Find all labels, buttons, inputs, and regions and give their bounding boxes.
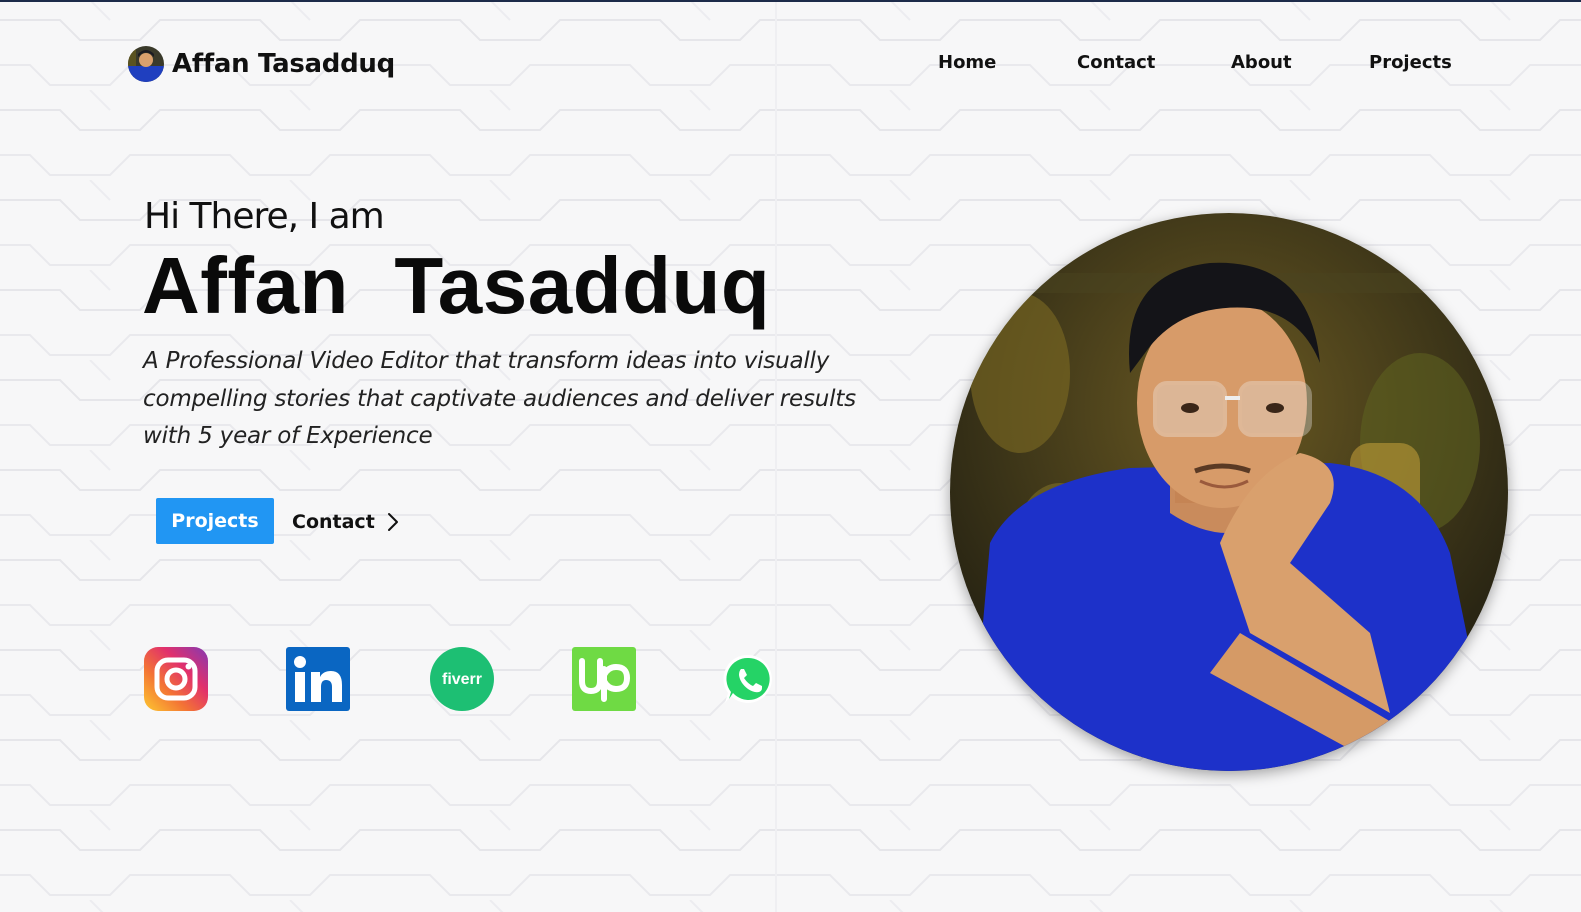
profile-photo (950, 213, 1508, 771)
whatsapp-link[interactable] (717, 647, 781, 711)
upwork-icon (572, 647, 636, 711)
hero-greeting: Hi There, I am (144, 196, 385, 237)
main-nav: Home Contact About Projects (0, 52, 1581, 82)
top-border (0, 0, 1581, 2)
projects-button[interactable]: Projects (156, 498, 274, 544)
profile-photo-illustration (950, 213, 1508, 771)
nav-contact-link[interactable]: Contact (1077, 52, 1155, 73)
instagram-icon (144, 647, 208, 711)
linkedin-link[interactable] (286, 647, 350, 711)
contact-button-label: Contact (292, 511, 375, 533)
nav-about-link[interactable]: About (1231, 52, 1292, 73)
instagram-link[interactable] (144, 647, 208, 711)
linkedin-icon (286, 647, 350, 711)
hero-tagline: A Professional Video Editor that transfo… (143, 348, 856, 449)
contact-button[interactable]: Contact (292, 505, 399, 539)
nav-projects-link[interactable]: Projects (1369, 52, 1452, 73)
fiverr-link[interactable]: fiverr (430, 647, 494, 711)
fiverr-icon: fiverr (430, 647, 494, 711)
chevron-right-icon (387, 513, 398, 531)
upwork-link[interactable] (572, 647, 636, 711)
whatsapp-icon (723, 654, 772, 703)
hero-name: Affan Tasadduq (142, 241, 771, 330)
nav-home-link[interactable]: Home (938, 52, 996, 73)
fiverr-logo-text: fiverr (442, 671, 482, 688)
